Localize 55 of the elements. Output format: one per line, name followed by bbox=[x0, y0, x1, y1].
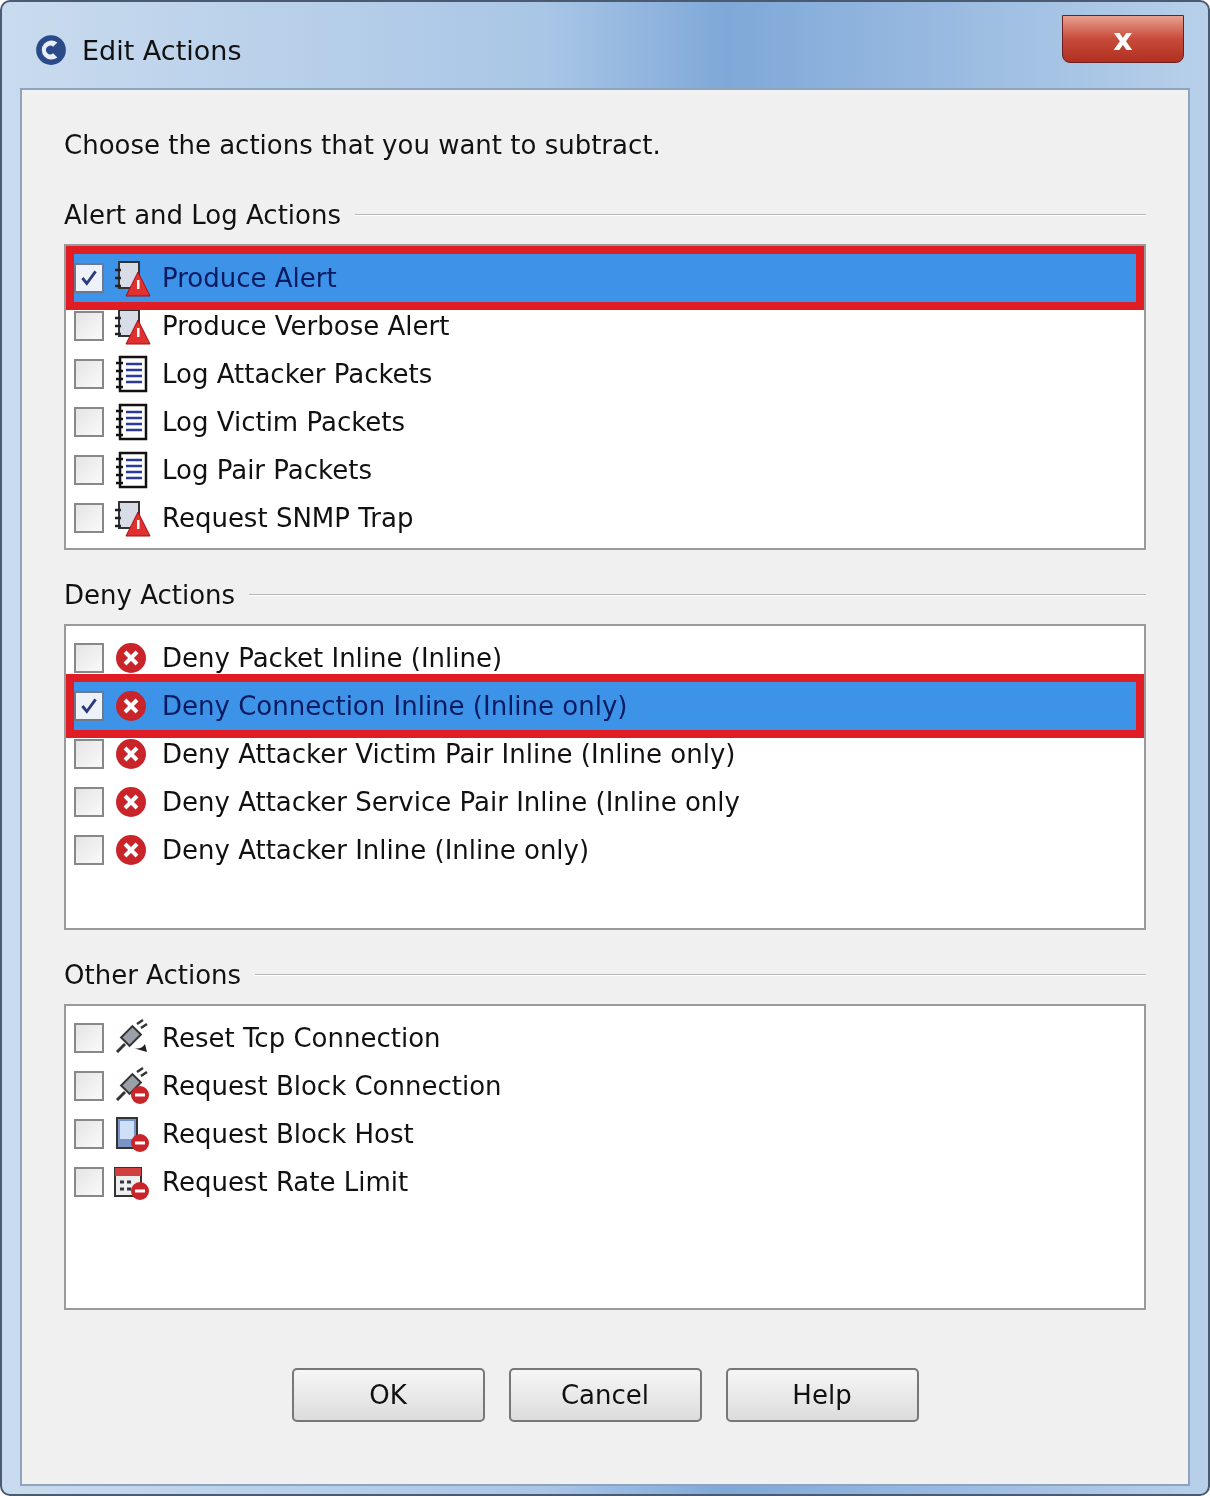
action-label: Log Attacker Packets bbox=[162, 359, 433, 389]
action-row[interactable]: Log Pair Packets bbox=[68, 446, 1142, 494]
action-row[interactable]: Produce Verbose Alert bbox=[68, 302, 1142, 350]
checkbox[interactable] bbox=[74, 1167, 104, 1197]
window-title: Edit Actions bbox=[82, 34, 243, 66]
checkbox[interactable] bbox=[74, 691, 104, 721]
checkbox[interactable] bbox=[74, 1023, 104, 1053]
dialog-button[interactable]: OK bbox=[291, 1368, 485, 1422]
action-label: Produce Verbose Alert bbox=[162, 311, 450, 341]
action-label: Request Block Host bbox=[162, 1119, 414, 1149]
action-row[interactable]: Request Block Host bbox=[68, 1110, 1142, 1158]
app-icon bbox=[34, 33, 68, 67]
checkbox[interactable] bbox=[74, 787, 104, 817]
action-label: Request SNMP Trap bbox=[162, 503, 414, 533]
checkbox[interactable] bbox=[74, 643, 104, 673]
checkbox[interactable] bbox=[74, 407, 104, 437]
checkbox[interactable] bbox=[74, 1119, 104, 1149]
action-row[interactable]: Request Rate Limit bbox=[68, 1158, 1142, 1206]
action-row[interactable]: Deny Attacker Service Pair Inline (Inline only bbox=[68, 778, 1142, 826]
dialog-button[interactable]: Help bbox=[725, 1368, 919, 1422]
close-button[interactable]: x bbox=[1062, 15, 1184, 63]
action-label: Log Victim Packets bbox=[162, 407, 406, 437]
action-label: Deny Attacker Inline (Inline only) bbox=[162, 835, 590, 865]
checkbox[interactable] bbox=[74, 359, 104, 389]
action-label: Reset Tcp Connection bbox=[162, 1023, 441, 1053]
action-label: Deny Attacker Victim Pair Inline (Inline only) bbox=[162, 739, 736, 769]
checkbox[interactable] bbox=[74, 311, 104, 341]
action-row[interactable]: Log Victim Packets bbox=[68, 398, 1142, 446]
checkbox[interactable] bbox=[74, 263, 104, 293]
checkbox[interactable] bbox=[74, 835, 104, 865]
action-row[interactable]: Request SNMP Trap bbox=[68, 494, 1142, 542]
action-label: Deny Connection Inline (Inline only) bbox=[162, 691, 628, 721]
group-title: Alert and Log Actions bbox=[64, 200, 341, 230]
dialog-button[interactable]: Cancel bbox=[508, 1368, 702, 1422]
group-title: Other Actions bbox=[64, 960, 242, 990]
action-row[interactable]: Deny Packet Inline (Inline) bbox=[68, 634, 1142, 682]
action-label: Request Rate Limit bbox=[162, 1167, 409, 1197]
action-row[interactable]: Deny Attacker Inline (Inline only) bbox=[68, 826, 1142, 874]
checkbox[interactable] bbox=[74, 739, 104, 769]
checkbox[interactable] bbox=[74, 1071, 104, 1101]
checkbox[interactable] bbox=[74, 503, 104, 533]
group-title: Deny Actions bbox=[64, 580, 236, 610]
action-row[interactable]: Deny Connection Inline (Inline only) bbox=[74, 682, 1136, 730]
checkbox[interactable] bbox=[74, 455, 104, 485]
action-row[interactable]: Produce Alert bbox=[74, 254, 1136, 302]
action-label: Log Pair Packets bbox=[162, 455, 372, 485]
action-row[interactable]: Request Block Connection bbox=[68, 1062, 1142, 1110]
action-label: Deny Packet Inline (Inline) bbox=[162, 643, 503, 673]
instruction-text: Choose the actions that you want to subtract. bbox=[64, 130, 662, 160]
action-row[interactable]: Reset Tcp Connection bbox=[68, 1014, 1142, 1062]
action-label: Deny Attacker Service Pair Inline (Inline only bbox=[162, 787, 740, 817]
action-row[interactable]: Deny Attacker Victim Pair Inline (Inline only) bbox=[68, 730, 1142, 778]
action-label: Produce Alert bbox=[162, 263, 337, 293]
action-label: Request Block Connection bbox=[162, 1071, 502, 1101]
action-row[interactable]: Log Attacker Packets bbox=[68, 350, 1142, 398]
